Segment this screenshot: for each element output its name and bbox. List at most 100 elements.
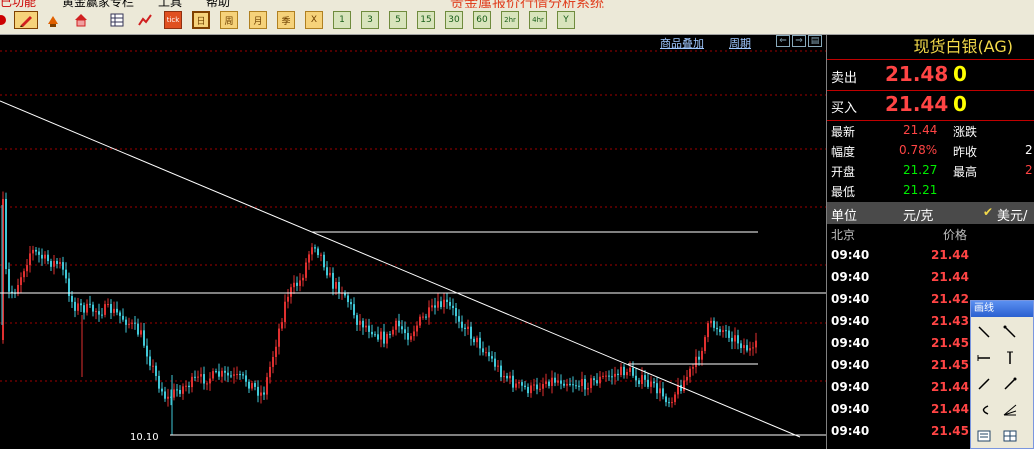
candle-body <box>347 295 349 303</box>
menu-item-functions[interactable]: 已功能 <box>0 0 36 8</box>
fan-line-icon[interactable] <box>1001 401 1019 419</box>
period-15min-button[interactable]: 15 <box>417 11 435 29</box>
candle-body <box>152 365 154 367</box>
change-label: 涨跌 <box>953 125 978 139</box>
sell-row[interactable]: 卖出 21.48 0 <box>827 60 1034 90</box>
candle-body <box>311 247 313 255</box>
chart-canvas[interactable]: 10.10 <box>0 35 826 449</box>
candle-body <box>614 373 616 377</box>
low-price-label: 10.10 <box>130 432 159 443</box>
down-line-icon[interactable] <box>1001 375 1019 393</box>
prev-close-label: 昨收 <box>953 145 978 159</box>
candle-body <box>626 371 628 376</box>
line-chart-icon[interactable] <box>136 11 154 29</box>
period-1min-button[interactable]: 1 <box>333 11 351 29</box>
text-tool-icon[interactable] <box>975 427 993 445</box>
menu-item-tools[interactable]: 工具 <box>158 0 182 8</box>
candle-body <box>254 383 256 387</box>
candle-body <box>65 269 67 279</box>
unit-value[interactable]: 元/克 <box>903 205 933 224</box>
latest-label: 最新 <box>831 125 856 139</box>
candle-body <box>704 337 706 351</box>
sell-label: 卖出 <box>831 71 858 86</box>
period-4hr-button[interactable]: 4hr <box>529 11 547 29</box>
menu-item-help[interactable]: 帮助 <box>206 0 230 8</box>
candle-body <box>209 378 211 384</box>
candle-body <box>227 372 229 376</box>
grid-tool-icon[interactable] <box>1001 427 1019 445</box>
tick-price: 21.44 <box>931 402 969 416</box>
candle-body <box>101 314 103 316</box>
draw-tool-title[interactable]: 画线 <box>971 301 1033 317</box>
candle-body <box>194 376 196 378</box>
period-3min-button[interactable]: 3 <box>361 11 379 29</box>
tick-row: 09:40 21.44 <box>827 267 1034 289</box>
candle-body <box>434 305 436 308</box>
period-day-button[interactable]: 日 <box>192 11 210 29</box>
horizontal-line-icon[interactable] <box>975 349 993 367</box>
paint-icon[interactable] <box>44 11 62 29</box>
period-y-button[interactable]: Y <box>557 11 575 29</box>
period-2hr-button[interactable]: 2hr <box>501 11 519 29</box>
candle-body <box>245 375 247 382</box>
candle-body <box>320 254 322 256</box>
menu-item-column[interactable]: 黄金赢家专栏 <box>62 0 134 8</box>
function-icon[interactable] <box>0 11 10 29</box>
tick-price: 21.44 <box>931 270 969 284</box>
overlay-link[interactable]: 商品叠加 <box>660 35 704 51</box>
candle-body <box>317 248 319 256</box>
candle-body <box>215 371 217 373</box>
candle-body <box>221 370 223 377</box>
period-x-label: X <box>310 15 318 25</box>
candle-body <box>179 389 181 394</box>
nav-right-icon[interactable]: ⇒ <box>792 35 806 47</box>
buy-row[interactable]: 买入 21.44 0 <box>827 90 1034 120</box>
candle-body <box>569 383 571 385</box>
candle-body <box>632 367 634 376</box>
currency-option[interactable]: 美元/ <box>997 205 1027 224</box>
period-60min-button[interactable]: 60 <box>473 11 491 29</box>
tick-time: 09:40 <box>831 380 870 394</box>
tick-price: 21.44 <box>931 380 969 394</box>
tick-button[interactable]: tick <box>164 11 182 29</box>
home-icon[interactable] <box>72 11 90 29</box>
unit-label: 单位 <box>831 209 858 224</box>
candle-body <box>605 375 607 377</box>
candle-body <box>350 302 352 305</box>
period-x-button[interactable]: X <box>305 11 323 29</box>
candlestick-chart[interactable]: 10.10 商品叠加 周期 ⇐ ⇒ ▤ <box>0 35 826 449</box>
nav-left-icon[interactable]: ⇐ <box>776 35 790 47</box>
vertical-line-icon[interactable] <box>1001 349 1019 367</box>
candle-body <box>125 319 127 325</box>
period-5min-button[interactable]: 5 <box>389 11 407 29</box>
period-week-button[interactable]: 周 <box>220 11 238 29</box>
candle-body <box>329 272 331 276</box>
table-icon[interactable] <box>108 11 126 29</box>
period-quarter-button[interactable]: 季 <box>277 11 295 29</box>
candle-body <box>371 331 373 335</box>
toolbar: tick 日 周 月 季 X 1 3 5 15 30 60 2hr 4hr Y <box>0 8 1034 35</box>
candle-body <box>752 347 754 349</box>
candle-body <box>557 380 559 383</box>
candle-body <box>479 337 481 349</box>
period-link[interactable]: 周期 <box>729 35 751 51</box>
period-month-button[interactable]: 月 <box>249 11 267 29</box>
candle-body <box>263 392 265 395</box>
up-line-icon[interactable] <box>975 375 993 393</box>
candle-body <box>662 388 664 397</box>
period-30min-button[interactable]: 30 <box>445 11 463 29</box>
ray-line-icon[interactable] <box>1001 323 1019 341</box>
candle-body <box>200 374 202 377</box>
nav-menu-icon[interactable]: ▤ <box>808 35 822 47</box>
candle-body <box>725 330 727 332</box>
candle-body <box>545 381 547 384</box>
candle-body <box>77 303 79 311</box>
checkmark-icon: ✔ <box>983 205 994 219</box>
diagonal-line-icon[interactable] <box>975 323 993 341</box>
arc-icon[interactable] <box>975 401 993 419</box>
pen-icon[interactable] <box>14 11 38 29</box>
prev-close-value: 2 <box>1025 143 1033 157</box>
candle-body <box>257 386 259 396</box>
candle-body <box>224 370 226 373</box>
draw-tool-window[interactable]: 画线 <box>970 300 1034 449</box>
